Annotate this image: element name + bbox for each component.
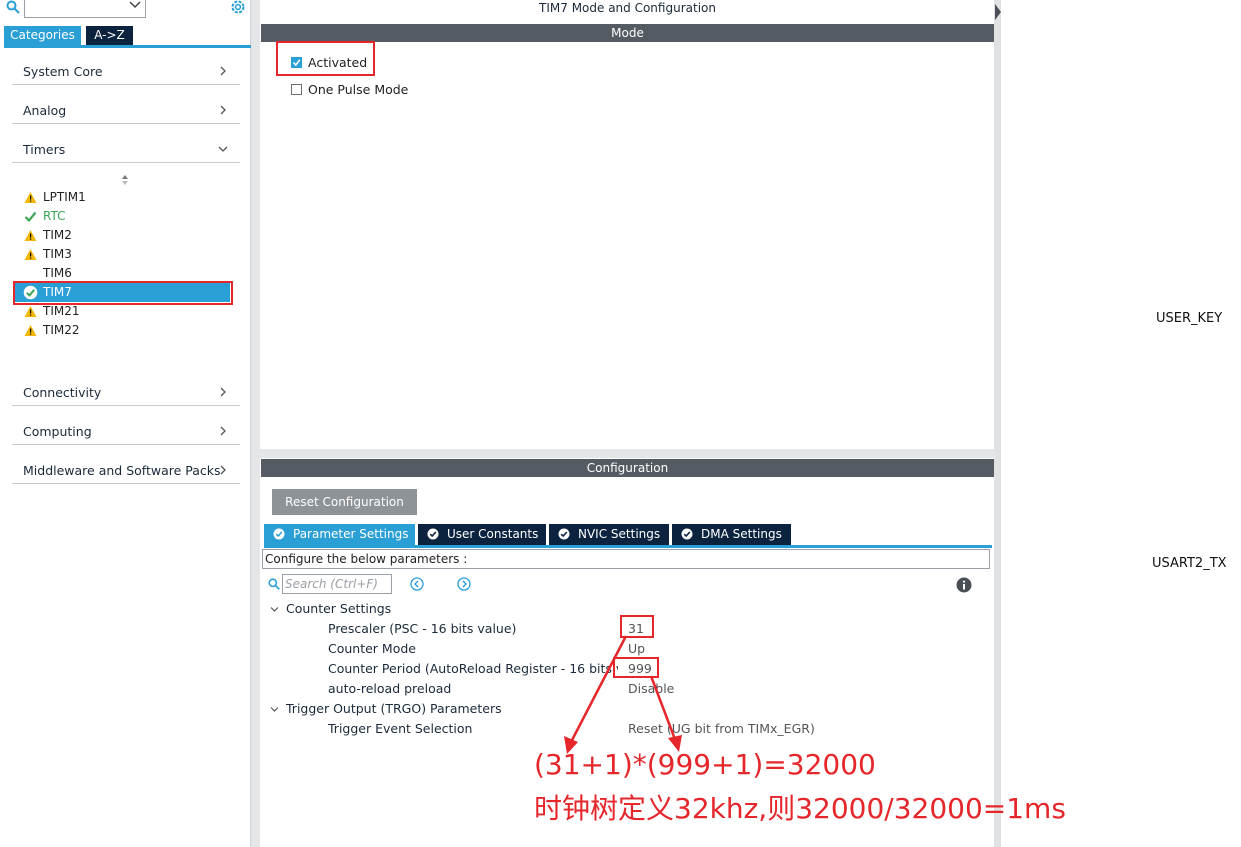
group-label: Counter Settings (286, 601, 392, 616)
timer-item-tim3[interactable]: TIM3 (24, 245, 230, 264)
timer-item-lptim1[interactable]: LPTIM1 (24, 188, 230, 207)
check-circle-icon (273, 528, 285, 540)
pin-label-user-key[interactable]: USER_KEY (1156, 311, 1222, 326)
category-system-core[interactable]: System Core (12, 54, 240, 85)
timer-label: TIM22 (43, 323, 80, 337)
warning-icon (24, 249, 37, 260)
timer-label: TIM2 (43, 228, 72, 242)
tab-label: Parameter Settings (293, 527, 409, 541)
page-title: TIM7 Mode and Configuration (539, 1, 716, 15)
tab-a-to-z[interactable]: A->Z (86, 26, 133, 45)
tab-categories[interactable]: Categories (4, 26, 81, 45)
highlight-box (276, 41, 375, 76)
warning-icon (24, 325, 37, 336)
annotation-explanation: 时钟树定义32khz,则32000/32000=1ms (534, 792, 1066, 825)
previous-result-icon[interactable] (410, 577, 424, 591)
check-icon (24, 211, 37, 223)
info-icon[interactable] (956, 577, 972, 593)
gear-icon[interactable] (229, 0, 247, 16)
tab-parameter-settings[interactable]: Parameter Settings (264, 524, 415, 545)
chevron-right-icon (220, 66, 226, 76)
category-label: System Core (23, 64, 103, 79)
timer-label: TIM21 (43, 304, 80, 318)
category-label: Computing (23, 424, 92, 439)
check-circle-icon (681, 528, 693, 540)
pin-label-usart2-tx[interactable]: USART2_TX (1152, 556, 1227, 571)
warning-icon (24, 306, 37, 317)
tab-user-constants[interactable]: User Constants (418, 524, 546, 545)
one-pulse-label: One Pulse Mode (308, 82, 409, 97)
chevron-right-icon (220, 465, 226, 475)
collapse-arrow-icon[interactable] (995, 2, 1001, 22)
param-name: Counter Mode (328, 641, 416, 656)
param-name: auto-reload preload (328, 681, 452, 696)
group-label: Trigger Output (TRGO) Parameters (286, 701, 502, 716)
category-analog[interactable]: Analog (12, 93, 240, 124)
category-connectivity[interactable]: Connectivity (12, 375, 240, 406)
param-name: Trigger Event Selection (328, 721, 473, 736)
annotation-arrows (564, 635, 682, 754)
category-label: Timers (23, 142, 66, 157)
panel-divider[interactable] (260, 449, 995, 458)
timer-label: RTC (43, 209, 66, 223)
timer-item-tim22[interactable]: TIM22 (24, 321, 230, 340)
timer-item-tim2[interactable]: TIM2 (24, 226, 230, 245)
chevron-down-icon (218, 146, 228, 152)
search-icon (268, 578, 280, 590)
category-label: Middleware and Software Packs (23, 463, 221, 478)
group-counter-settings[interactable]: Counter Settings (270, 599, 570, 619)
timer-item-tim21[interactable]: TIM21 (24, 302, 230, 321)
configure-hint: Configure the below parameters : (262, 549, 990, 569)
tab-underline (264, 545, 992, 548)
chevron-right-icon (220, 105, 226, 115)
category-timers[interactable]: Timers (12, 132, 240, 163)
configuration-header: Configuration (261, 459, 994, 477)
timer-label: LPTIM1 (43, 190, 86, 204)
tab-label: DMA Settings (701, 527, 782, 541)
category-middleware[interactable]: Middleware and Software Packs (12, 453, 240, 484)
tab-nvic-settings[interactable]: NVIC Settings (549, 524, 669, 545)
parameter-search-input[interactable]: Search (Ctrl+F) (282, 574, 392, 594)
panel-splitter[interactable] (994, 0, 1001, 847)
annotation-formula: (31+1)*(999+1)=32000 (534, 748, 876, 781)
annotation-arrow (568, 635, 628, 745)
warning-icon (24, 192, 37, 203)
check-circle-icon (427, 528, 439, 540)
search-combo[interactable] (24, 0, 146, 18)
annotation-arrow (649, 675, 678, 743)
chevron-right-icon (220, 426, 226, 436)
chevron-down-icon (270, 607, 279, 612)
category-label: Connectivity (23, 385, 102, 400)
chevron-right-icon (220, 387, 226, 397)
param-name: Prescaler (PSC - 16 bits value) (328, 621, 517, 636)
category-label: Analog (23, 103, 67, 118)
chevron-down-icon (270, 707, 279, 712)
timer-item-rtc[interactable]: RTC (24, 207, 230, 226)
group-trigger-output[interactable]: Trigger Output (TRGO) Parameters (270, 699, 590, 719)
one-pulse-checkbox[interactable] (291, 84, 302, 95)
tab-label: User Constants (447, 527, 539, 541)
category-computing[interactable]: Computing (12, 414, 240, 445)
next-result-icon[interactable] (457, 577, 471, 591)
chevron-down-icon (129, 1, 141, 9)
sort-icon[interactable] (120, 174, 130, 186)
tab-underline (4, 45, 251, 48)
mode-header: Mode (261, 24, 994, 42)
warning-icon (24, 230, 37, 241)
tab-dma-settings[interactable]: DMA Settings (672, 524, 791, 545)
timer-label: TIM3 (43, 247, 72, 261)
tab-label: NVIC Settings (578, 527, 661, 541)
check-circle-icon (558, 528, 570, 540)
search-icon[interactable] (6, 0, 20, 14)
reset-configuration-button[interactable]: Reset Configuration (272, 489, 417, 515)
